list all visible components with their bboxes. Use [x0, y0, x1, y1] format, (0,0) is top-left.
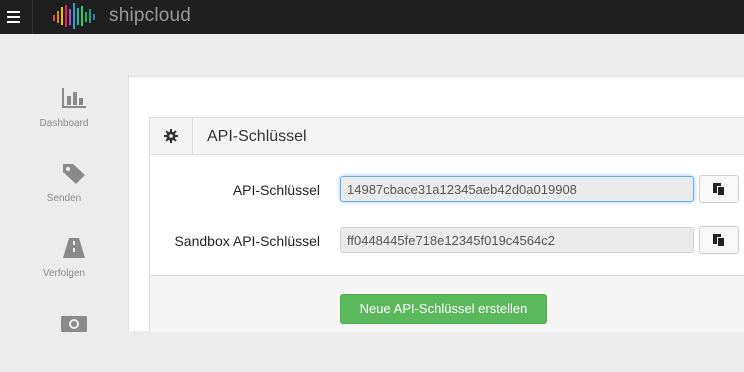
sandbox-api-key-field[interactable] — [340, 227, 694, 253]
copy-api-key-button[interactable] — [699, 175, 739, 203]
sidebar-item-label: Dashboard — [39, 118, 89, 129]
api-key-field[interactable] — [340, 176, 694, 202]
brand-name: shipcloud — [109, 5, 192, 26]
panel-footer: Neue API-Schlüssel erstellen — [150, 275, 744, 332]
sidebar-item-billing[interactable] — [0, 312, 128, 372]
hamburger-menu-button[interactable] — [0, 0, 33, 34]
api-key-label: API-Schlüssel — [232, 182, 320, 198]
panel-title: API-Schlüssel — [207, 128, 307, 145]
copy-icon — [713, 234, 725, 247]
sidebar: Dashboard Senden Verfolgen — [0, 34, 128, 332]
sidebar-item-verfolgen[interactable]: Verfolgen — [0, 236, 128, 296]
top-bar: shipcloud — [0, 0, 744, 34]
panel-settings-button[interactable] — [150, 118, 193, 154]
sidebar-item-label: Verfolgen — [42, 268, 86, 279]
menu-line — [7, 16, 20, 18]
bar-chart-icon — [62, 88, 86, 108]
money-icon — [61, 316, 87, 332]
sidebar-item-label: Senden — [46, 193, 82, 204]
menu-line — [7, 21, 20, 23]
copy-sandbox-api-key-button[interactable] — [699, 226, 739, 254]
sandbox-api-key-label: Sandbox API-Schlüssel — [174, 233, 320, 249]
sidebar-item-dashboard[interactable]: Dashboard — [0, 86, 128, 146]
gear-icon — [164, 129, 178, 143]
api-key-panel: API-Schlüssel API-Schlüssel Sandbox API-… — [149, 117, 744, 332]
logo-bars-icon — [53, 3, 95, 29]
tags-icon — [63, 164, 85, 184]
menu-line — [7, 11, 20, 13]
copy-icon — [713, 183, 725, 196]
sidebar-item-senden[interactable]: Senden — [0, 161, 128, 221]
create-api-keys-button[interactable]: Neue API-Schlüssel erstellen — [340, 294, 547, 324]
road-icon — [63, 238, 85, 258]
panel-header: API-Schlüssel — [150, 118, 744, 155]
